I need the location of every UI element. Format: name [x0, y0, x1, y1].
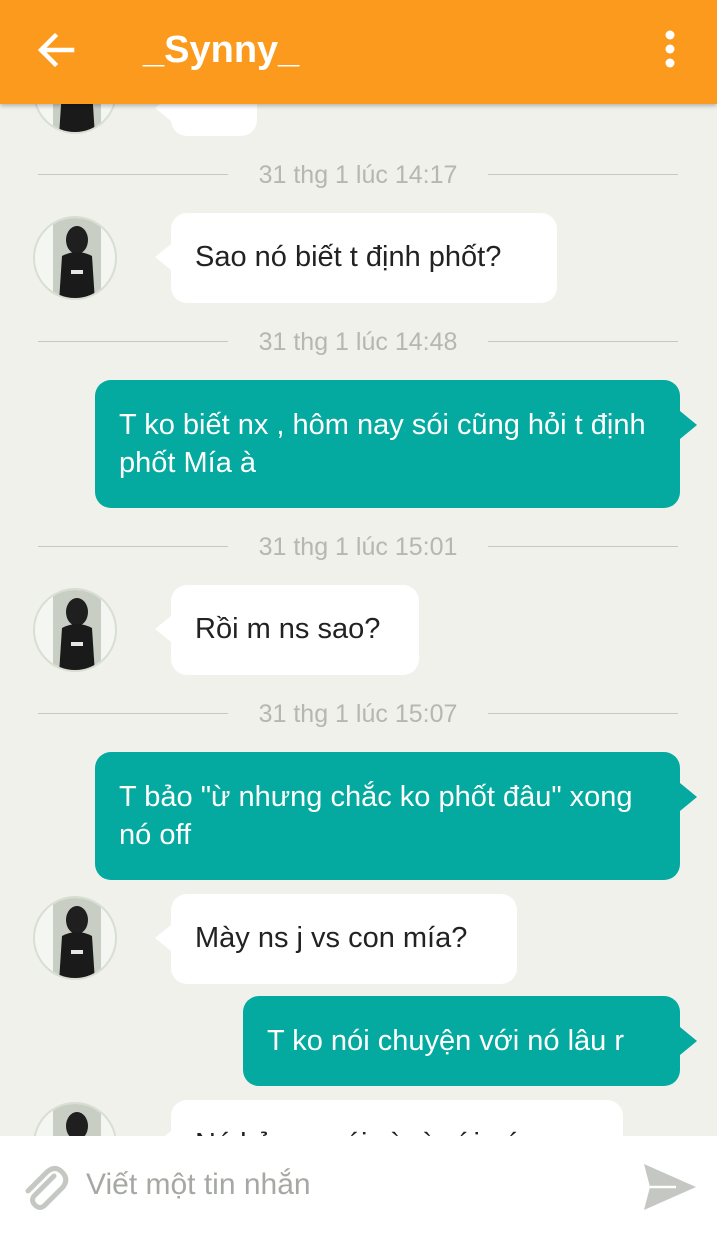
message-bubble-incoming[interactable]: Rồi m ns sao? — [155, 585, 419, 675]
message-bubble-incoming[interactable]: Nó bảo m nói gì gì với nó — [155, 1100, 623, 1136]
avatar-photo — [53, 590, 101, 670]
timestamp-divider: 31 thg 1 lúc 15:01 — [38, 532, 678, 562]
message-list[interactable]: 31 thg 1 lúc 14:17 Sao nó biết t định ph… — [0, 104, 717, 1136]
message-bubble-incoming[interactable]: Sao nó biết t định phốt? — [155, 213, 557, 303]
contact-avatar[interactable] — [33, 104, 117, 134]
timestamp-text: 31 thg 1 lúc 14:48 — [258, 328, 458, 356]
avatar-photo — [53, 104, 101, 132]
paperclip-icon — [25, 1166, 69, 1210]
contact-avatar[interactable] — [33, 1102, 117, 1136]
arrow-left-icon — [37, 32, 75, 68]
avatar-photo — [53, 898, 101, 978]
chat-title[interactable]: _Synny_ — [143, 26, 299, 74]
timestamp-divider: 31 thg 1 lúc 14:48 — [38, 327, 678, 357]
message-bubble-incoming[interactable]: Mày ns j vs con mía? — [155, 894, 517, 984]
message-composer — [0, 1136, 717, 1234]
send-button[interactable] — [640, 1158, 698, 1216]
app-bar: _Synny_ — [0, 0, 717, 104]
attach-button[interactable] — [16, 1158, 72, 1214]
message-bubble-outgoing[interactable]: T ko nói chuyện với nó lâu r — [243, 996, 697, 1086]
message-bubble-outgoing[interactable]: T bảo "ừ nhưng chắc ko phốt đâu" xong nó… — [95, 752, 697, 880]
avatar-photo — [53, 1104, 101, 1136]
send-icon — [644, 1164, 696, 1210]
timestamp-text: 31 thg 1 lúc 15:01 — [258, 533, 458, 561]
message-input[interactable] — [86, 1162, 606, 1208]
timestamp-text: 31 thg 1 lúc 15:07 — [258, 700, 458, 728]
more-options-button[interactable] — [652, 26, 688, 74]
contact-avatar[interactable] — [33, 216, 117, 300]
back-button[interactable] — [28, 22, 84, 78]
contact-avatar[interactable] — [33, 588, 117, 672]
avatar-photo — [53, 218, 101, 298]
message-bubble-incoming[interactable] — [155, 104, 257, 136]
timestamp-divider: 31 thg 1 lúc 14:17 — [38, 160, 678, 190]
more-vert-icon — [665, 30, 675, 68]
message-bubble-outgoing[interactable]: T ko biết nx , hôm nay sói cũng hỏi t đị… — [95, 380, 697, 508]
contact-avatar[interactable] — [33, 896, 117, 980]
timestamp-divider: 31 thg 1 lúc 15:07 — [38, 699, 678, 729]
timestamp-text: 31 thg 1 lúc 14:17 — [258, 161, 458, 189]
